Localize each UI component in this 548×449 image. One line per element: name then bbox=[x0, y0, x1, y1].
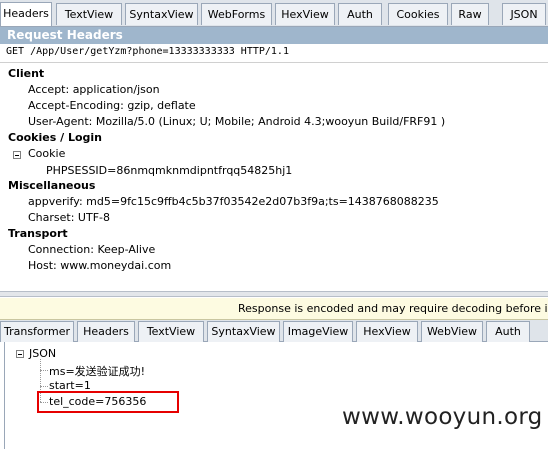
tab-response-imageview[interactable]: ImageView bbox=[283, 321, 353, 342]
group-client: Client bbox=[8, 67, 45, 80]
watermark: www.wooyun.org bbox=[342, 404, 543, 430]
tab-response-hexview[interactable]: HexView bbox=[356, 321, 418, 342]
header-accept-encoding[interactable]: Accept-Encoding: gzip, deflate bbox=[28, 99, 196, 112]
json-root-node[interactable]: JSON bbox=[29, 347, 56, 360]
tab-transformer[interactable]: Transformer bbox=[0, 321, 74, 342]
decode-notice-bar[interactable]: Response is encoded and may require deco… bbox=[0, 298, 548, 320]
tab-headers[interactable]: Headers bbox=[0, 2, 52, 26]
tab-response-syntaxview[interactable]: SyntaxView bbox=[207, 321, 280, 342]
tree-connector bbox=[40, 370, 48, 371]
group-miscellaneous: Miscellaneous bbox=[8, 179, 96, 192]
tab-webforms[interactable]: WebForms bbox=[201, 3, 272, 25]
tab-cookies[interactable]: Cookies bbox=[388, 3, 448, 25]
json-node-ms[interactable]: ms=发送验证成功! bbox=[49, 363, 145, 379]
tab-response-headers[interactable]: Headers bbox=[77, 321, 135, 342]
header-charset[interactable]: Charset: UTF-8 bbox=[28, 211, 110, 224]
header-host[interactable]: Host: www.moneydai.com bbox=[28, 259, 171, 272]
response-view-tabs: Transformer Headers TextView SyntaxView … bbox=[0, 320, 548, 342]
tab-hexview[interactable]: HexView bbox=[275, 3, 335, 25]
decode-notice-text: Response is encoded and may require deco… bbox=[238, 302, 548, 315]
header-appverify[interactable]: appverify: md5=9fc15c9ffb4c5b37f03542e2d… bbox=[28, 195, 439, 208]
tab-raw[interactable]: Raw bbox=[451, 3, 489, 25]
cookie-phpsessid[interactable]: PHPSESSID=86nmqmknmdipntfrqq54825hj1 bbox=[46, 164, 292, 177]
tab-response-textview[interactable]: TextView bbox=[138, 321, 204, 342]
header-connection[interactable]: Connection: Keep-Alive bbox=[28, 243, 155, 256]
tab-textview[interactable]: TextView bbox=[56, 3, 122, 25]
group-transport: Transport bbox=[8, 227, 68, 240]
tab-syntaxview[interactable]: SyntaxView bbox=[125, 3, 198, 25]
pane-splitter[interactable] bbox=[0, 291, 548, 297]
tab-response-auth[interactable]: Auth bbox=[486, 321, 530, 342]
highlight-box bbox=[37, 391, 179, 413]
tab-auth[interactable]: Auth bbox=[338, 3, 382, 25]
cookie-node[interactable]: Cookie bbox=[28, 147, 65, 160]
request-headers-title: Request Headers bbox=[0, 27, 548, 44]
tab-json[interactable]: JSON bbox=[502, 3, 546, 25]
collapse-icon[interactable] bbox=[13, 151, 21, 159]
divider bbox=[0, 62, 548, 63]
header-accept[interactable]: Accept: application/json bbox=[28, 83, 160, 96]
response-inspector-tabs: Headers TextView SyntaxView WebForms Hex… bbox=[0, 0, 548, 27]
group-cookies-login: Cookies / Login bbox=[8, 131, 102, 144]
header-user-agent[interactable]: User-Agent: Mozilla/5.0 (Linux; U; Mobil… bbox=[28, 115, 445, 128]
collapse-icon[interactable] bbox=[16, 350, 24, 358]
tab-response-webview[interactable]: WebView bbox=[421, 321, 483, 342]
request-line: GET /App/User/getYzm?phone=13333333333 H… bbox=[6, 46, 289, 57]
tree-connector bbox=[40, 386, 48, 387]
